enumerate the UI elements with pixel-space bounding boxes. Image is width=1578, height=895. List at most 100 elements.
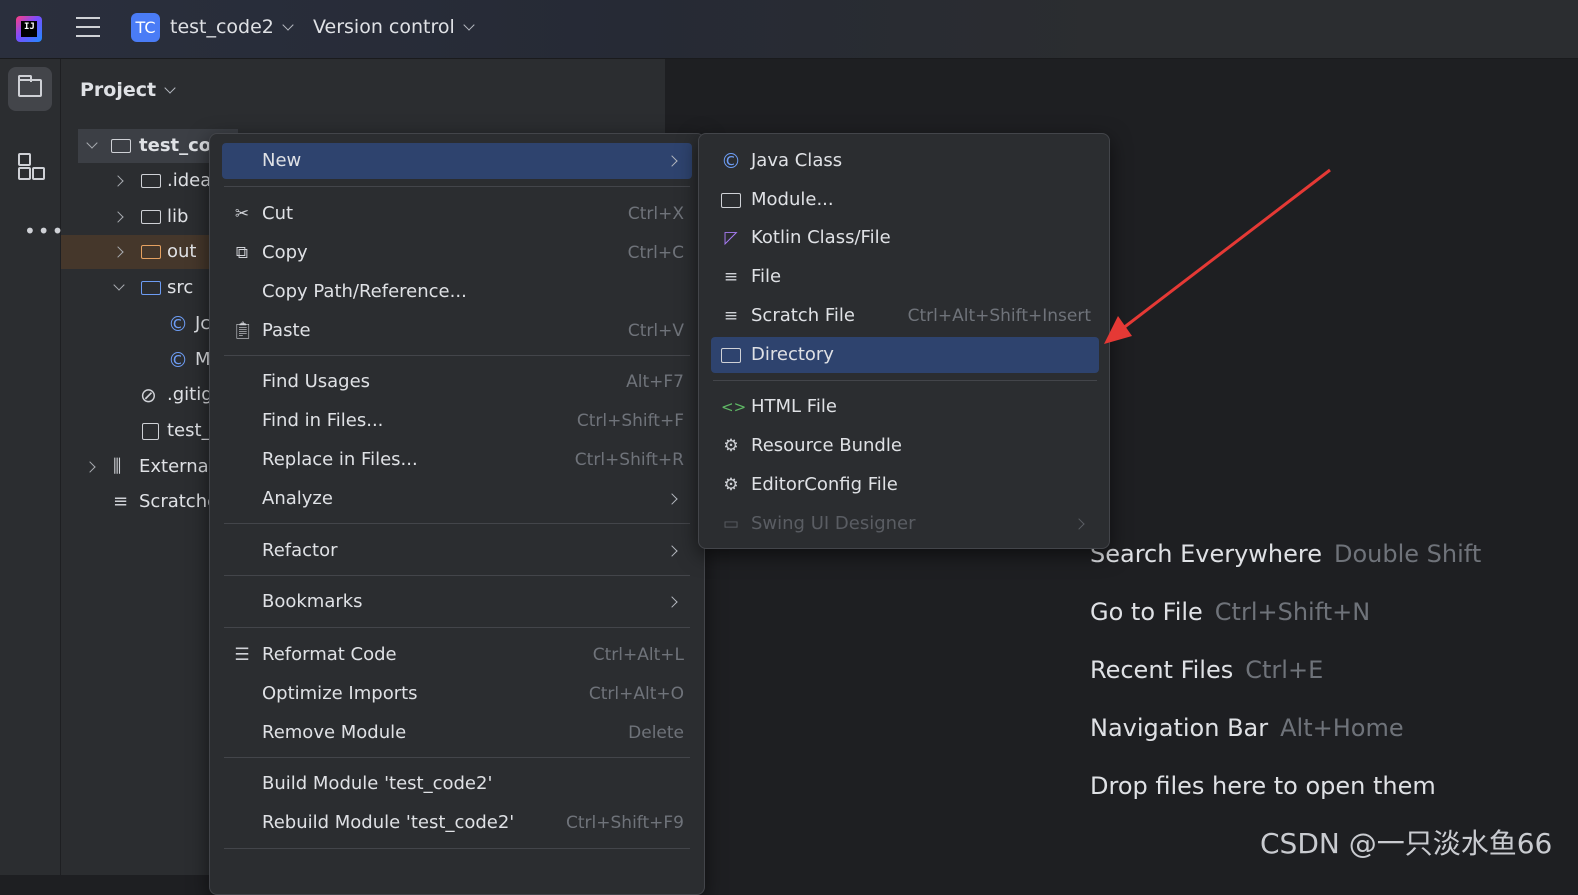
- menu-item-label: Find Usages: [262, 371, 371, 392]
- hint-recent-files: Recent Files Ctrl+E: [1090, 656, 1323, 684]
- chevron-down-icon: [164, 82, 176, 94]
- collapse-arrow-icon[interactable]: [112, 211, 124, 223]
- menu-item-shortcut: Ctrl+Shift+R: [574, 450, 684, 470]
- menu-item-label: Paste: [262, 320, 311, 341]
- menu-item-label: Copy: [262, 242, 308, 263]
- project-tool-button[interactable]: [8, 67, 52, 111]
- chevron-down-icon: [463, 19, 475, 31]
- chevron-down-icon: [282, 19, 294, 31]
- menu-item-shortcut: Ctrl+Alt+L: [592, 645, 684, 665]
- submenu-item-module[interactable]: Module...: [711, 182, 1099, 218]
- submenu-item-scratch-file[interactable]: ≡ Scratch File Ctrl+Alt+Shift+Insert: [711, 298, 1099, 334]
- chevron-right-icon: [666, 493, 678, 505]
- tree-item-external-libraries[interactable]: ⫼ External: [78, 450, 218, 484]
- hint-shortcut: Ctrl+Shift+N: [1214, 598, 1371, 626]
- tree-item-java-1[interactable]: © Jc: [78, 307, 218, 341]
- tree-item-label: .gitig: [167, 384, 213, 405]
- tree-item-out[interactable]: out: [61, 235, 211, 269]
- tree-item-label: lib: [167, 206, 189, 227]
- menu-item-remove-module[interactable]: Remove Module Delete: [222, 715, 692, 751]
- collapse-arrow-icon[interactable]: [112, 246, 124, 258]
- ignore-file-icon: ⊘: [140, 383, 157, 407]
- menu-item-shortcut: Ctrl+C: [627, 243, 684, 263]
- annotation-arrow: [1104, 168, 1331, 344]
- version-control-menu[interactable]: Version control: [313, 16, 475, 38]
- tree-item-iml[interactable]: test_: [78, 414, 218, 448]
- menu-separator: [224, 575, 690, 576]
- menu-item-shortcut: Ctrl+V: [627, 321, 684, 341]
- menu-item-find-usages[interactable]: Find Usages Alt+F7: [222, 364, 692, 400]
- tool-window-strip: •••: [0, 59, 63, 875]
- structure-icon: [18, 153, 45, 180]
- project-selector[interactable]: test_code2: [170, 16, 294, 38]
- menu-item-label: Optimize Imports: [262, 683, 418, 704]
- menu-item-shortcut: Alt+F7: [626, 372, 684, 392]
- watermark: CSDN @一只淡水鱼66: [1260, 827, 1553, 860]
- version-control-label: Version control: [313, 16, 455, 38]
- menu-separator: [224, 523, 690, 524]
- submenu-item-kotlin[interactable]: ◸ Kotlin Class/File: [711, 220, 1099, 256]
- folder-icon: [721, 345, 741, 365]
- menu-separator: [224, 186, 690, 187]
- more-tools-button[interactable]: •••: [8, 201, 63, 245]
- menu-item-find-in-files[interactable]: Find in Files... Ctrl+Shift+F: [222, 403, 692, 439]
- menu-item-bookmarks[interactable]: Bookmarks: [222, 584, 692, 620]
- expand-arrow-icon[interactable]: [86, 137, 98, 149]
- intellij-logo-icon[interactable]: IJ: [16, 16, 42, 42]
- hint-action: Navigation Bar: [1090, 714, 1269, 742]
- hint-action: Recent Files: [1090, 656, 1234, 684]
- tree-item-gitignore[interactable]: ⊘ .gitig: [78, 378, 218, 412]
- collapse-arrow-icon[interactable]: [112, 175, 124, 187]
- menu-item-optimize-imports[interactable]: Optimize Imports Ctrl+Alt+O: [222, 676, 692, 712]
- menu-separator: [224, 848, 690, 849]
- collapse-arrow-icon[interactable]: [84, 461, 96, 473]
- tree-item-src[interactable]: src: [78, 271, 218, 305]
- tree-item-idea[interactable]: .idea: [78, 164, 218, 198]
- menu-item-build-module[interactable]: Build Module 'test_code2': [222, 766, 692, 802]
- tree-item-java-2[interactable]: © M: [78, 343, 218, 377]
- submenu-item-html-file[interactable]: <> HTML File: [711, 389, 1099, 425]
- submenu-item-editorconfig[interactable]: ⚙ EditorConfig File: [711, 467, 1099, 503]
- chevron-right-icon: [1073, 518, 1085, 530]
- menu-item-replace-in-files[interactable]: Replace in Files... Ctrl+Shift+R: [222, 442, 692, 478]
- menu-item-paste[interactable]: 📋︎ Paste Ctrl+V: [222, 313, 692, 349]
- structure-tool-button[interactable]: [8, 143, 52, 187]
- menu-item-copy[interactable]: ⧉ Copy Ctrl+C: [222, 235, 692, 271]
- menu-item-cut[interactable]: ✂ Cut Ctrl+X: [222, 196, 692, 232]
- menu-item-label: Module...: [751, 189, 834, 210]
- menu-item-reformat-code[interactable]: ☰ Reformat Code Ctrl+Alt+L: [222, 637, 692, 673]
- java-class-icon: ©: [168, 348, 188, 372]
- submenu-item-directory[interactable]: Directory: [711, 337, 1099, 373]
- menu-item-rebuild-module[interactable]: Rebuild Module 'test_code2' Ctrl+Shift+F9: [222, 805, 692, 841]
- new-submenu: © Java Class Module... ◸ Kotlin Class/File…: [698, 133, 1110, 549]
- source-folder-icon: [141, 281, 161, 295]
- submenu-item-resource-bundle[interactable]: ⚙ Resource Bundle: [711, 428, 1099, 464]
- hint-shortcut: Ctrl+E: [1245, 656, 1324, 684]
- menu-item-label: Reformat Code: [262, 644, 397, 665]
- menu-item-shortcut: Ctrl+X: [627, 204, 684, 224]
- menu-item-label: Copy Path/Reference...: [262, 281, 467, 302]
- hint-action: Go to File: [1090, 598, 1203, 626]
- submenu-item-file[interactable]: ≡ File: [711, 259, 1099, 295]
- menu-item-shortcut: Ctrl+Shift+F: [576, 411, 684, 431]
- hint-go-to-file: Go to File Ctrl+Shift+N: [1090, 598, 1370, 626]
- menu-item-new[interactable]: New: [222, 143, 692, 179]
- project-badge[interactable]: TC: [131, 13, 160, 42]
- menu-item-label: Bookmarks: [262, 591, 363, 612]
- main-menu-icon[interactable]: [76, 17, 100, 39]
- menu-item-refactor[interactable]: Refactor: [222, 533, 692, 569]
- project-panel-title[interactable]: Project: [80, 79, 176, 101]
- reformat-icon: ☰: [234, 645, 250, 665]
- submenu-item-java-class[interactable]: © Java Class: [711, 143, 1099, 179]
- annotation-arrow-head: [1104, 316, 1132, 344]
- expand-arrow-icon[interactable]: [113, 279, 125, 291]
- libraries-icon: ⫼: [113, 456, 122, 477]
- kotlin-icon: ◸: [724, 228, 738, 248]
- paste-icon: 📋︎: [232, 321, 254, 341]
- menu-item-copy-path[interactable]: Copy Path/Reference...: [222, 274, 692, 310]
- tree-item-label: External: [139, 456, 214, 477]
- tree-item-lib[interactable]: lib: [78, 200, 218, 234]
- tree-item-scratches[interactable]: ≡ Scratche: [78, 485, 218, 519]
- menu-item-analyze[interactable]: Analyze: [222, 481, 692, 517]
- annotation-arrow-shaft: [1117, 168, 1331, 334]
